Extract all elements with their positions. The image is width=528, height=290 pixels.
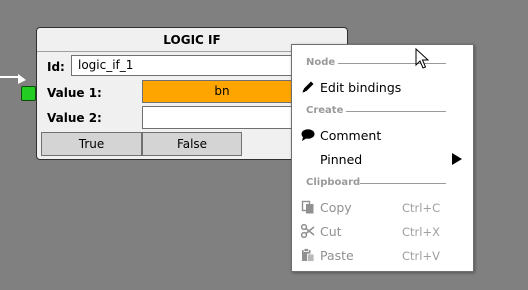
shortcut-copy: Ctrl+C — [402, 201, 441, 215]
value1-label: Value 1: — [47, 86, 102, 100]
menu-label-copy: Copy — [320, 200, 352, 215]
input-pin-value1[interactable] — [21, 86, 36, 101]
id-label: Id: — [47, 60, 65, 74]
value2-label: Value 2: — [47, 111, 102, 125]
menu-label-pinned: Pinned — [320, 152, 363, 167]
submenu-arrow-icon — [452, 153, 462, 165]
menu-label-edit-bindings: Edit bindings — [320, 80, 402, 95]
context-menu: Node Edit bindings Create Comment Pinned… — [291, 44, 474, 272]
false-output-button[interactable]: False — [142, 132, 242, 156]
id-input[interactable]: logic_if_1 — [71, 55, 293, 76]
shortcut-cut: Ctrl+X — [402, 225, 440, 239]
section-clipboard-label: Clipboard — [306, 177, 361, 188]
section-node-divider — [338, 63, 446, 64]
section-create-divider — [346, 111, 446, 112]
value1-field[interactable]: bn — [142, 80, 302, 103]
shortcut-paste: Ctrl+V — [402, 249, 440, 263]
speech-bubble-icon — [301, 129, 315, 141]
incoming-connection-arrow — [0, 74, 26, 84]
menu-label-comment: Comment — [320, 128, 382, 143]
pencil-icon — [302, 81, 314, 93]
paste-icon — [302, 248, 315, 262]
section-node-label: Node — [306, 57, 336, 68]
menu-label-cut: Cut — [320, 224, 342, 239]
section-create-label: Create — [306, 105, 344, 116]
section-clipboard-divider — [360, 183, 446, 184]
mouse-cursor-icon — [415, 48, 429, 69]
value2-field[interactable] — [142, 106, 302, 129]
menu-label-paste: Paste — [320, 248, 354, 263]
scissors-icon — [300, 223, 315, 239]
true-output-button[interactable]: True — [41, 132, 142, 156]
copy-icon — [301, 200, 314, 214]
